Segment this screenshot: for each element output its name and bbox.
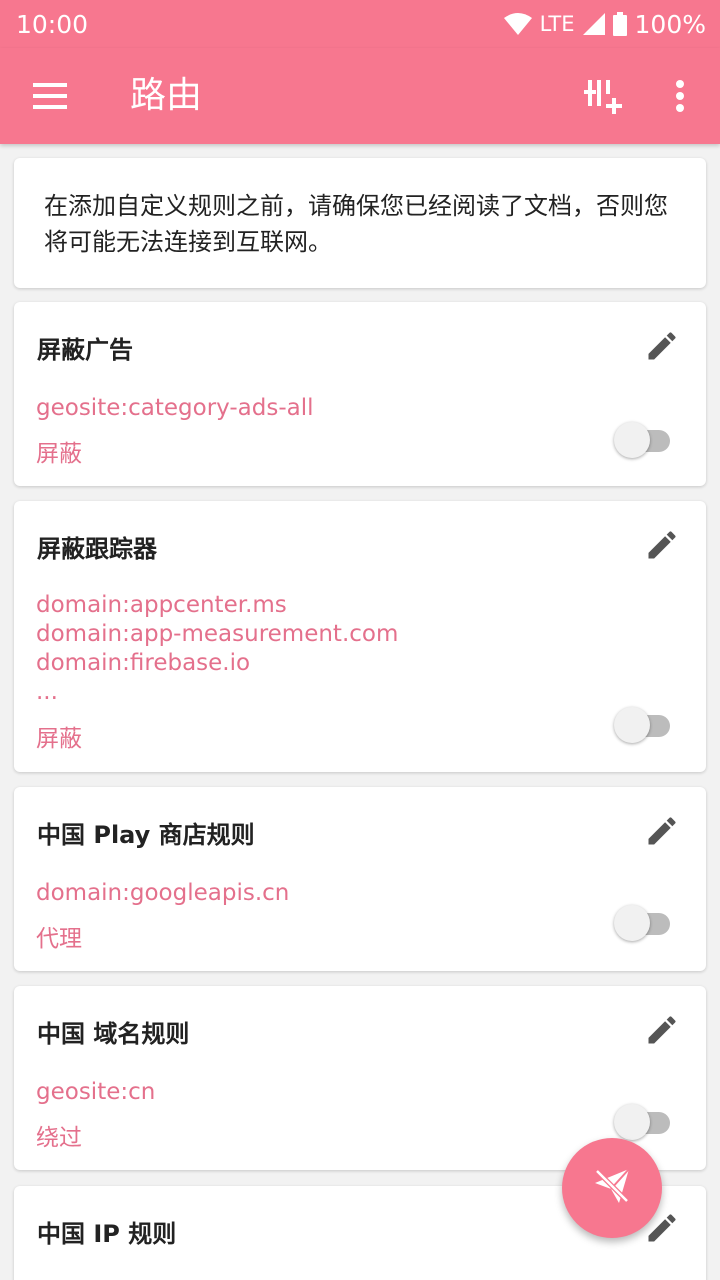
rule-card[interactable]: 屏蔽跟踪器 domain:appcenter.ms domain:app-mea… <box>14 501 706 772</box>
battery-icon <box>612 12 627 36</box>
cell-signal-icon <box>582 13 605 35</box>
rule-toggle[interactable] <box>614 703 672 743</box>
rule-card[interactable]: 中国 Play 商店规则 domain:googleapis.cn 代理 <box>14 787 706 971</box>
status-icons: LTE 100% <box>503 9 706 39</box>
rule-toggle[interactable] <box>614 901 672 941</box>
rule-action: 屏蔽 <box>36 726 82 752</box>
network-type: LTE <box>539 12 575 36</box>
rule-title: 中国 IP 规则 <box>37 1220 177 1248</box>
rule-content: domain:appcenter.ms domain:app-measureme… <box>36 591 398 707</box>
rule-line: geosite:category-ads-all <box>36 395 314 421</box>
rule-content: geosite:category-ads-all <box>36 394 314 423</box>
rule-line: domain:app-measurement.com <box>36 621 399 647</box>
edit-pencil-icon[interactable] <box>642 326 682 366</box>
rule-content: geosite:cn <box>36 1078 155 1107</box>
rule-title: 中国 Play 商店规则 <box>37 821 255 849</box>
rule-toggle[interactable] <box>614 418 672 458</box>
rule-action: 屏蔽 <box>36 441 82 467</box>
paper-plane-off-icon <box>591 1165 633 1211</box>
rule-title: 中国 域名规则 <box>37 1020 190 1048</box>
wifi-icon <box>503 13 532 35</box>
status-bar: 10:00 LTE 100% <box>0 0 720 48</box>
rule-line: ... <box>36 679 58 705</box>
app-bar: 路由 <box>0 48 720 144</box>
rule-line: domain:googleapis.cn <box>36 880 290 906</box>
rule-card[interactable]: 屏蔽广告 geosite:category-ads-all 屏蔽 <box>14 302 706 486</box>
rule-content: domain:googleapis.cn <box>36 879 289 908</box>
rule-line: domain:appcenter.ms <box>36 592 287 618</box>
notice-text: 在添加自定义规则之前，请确保您已经阅读了文档，否则您将可能无法连接到互联网。 <box>44 192 668 256</box>
connect-fab[interactable] <box>562 1138 662 1238</box>
hamburger-menu-icon[interactable] <box>22 72 78 120</box>
notice-card: 在添加自定义规则之前，请确保您已经阅读了文档，否则您将可能无法连接到互联网。 <box>14 158 706 288</box>
rule-title: 屏蔽跟踪器 <box>37 535 157 563</box>
more-vert-icon[interactable] <box>656 70 704 122</box>
rule-title: 屏蔽广告 <box>37 336 133 364</box>
rule-action: 代理 <box>36 926 82 952</box>
edit-pencil-icon[interactable] <box>642 1010 682 1050</box>
rule-line: domain:firebase.io <box>36 650 251 676</box>
edit-pencil-icon[interactable] <box>642 811 682 851</box>
edit-pencil-icon[interactable] <box>642 525 682 565</box>
page-title: 路由 <box>130 75 203 116</box>
rule-action: 绕过 <box>36 1125 82 1151</box>
rule-line: geosite:cn <box>36 1079 156 1105</box>
status-time: 10:00 <box>16 9 89 39</box>
add-rule-icon[interactable] <box>576 70 632 122</box>
rule-toggle[interactable] <box>614 1100 672 1140</box>
battery-percent: 100% <box>634 9 706 39</box>
